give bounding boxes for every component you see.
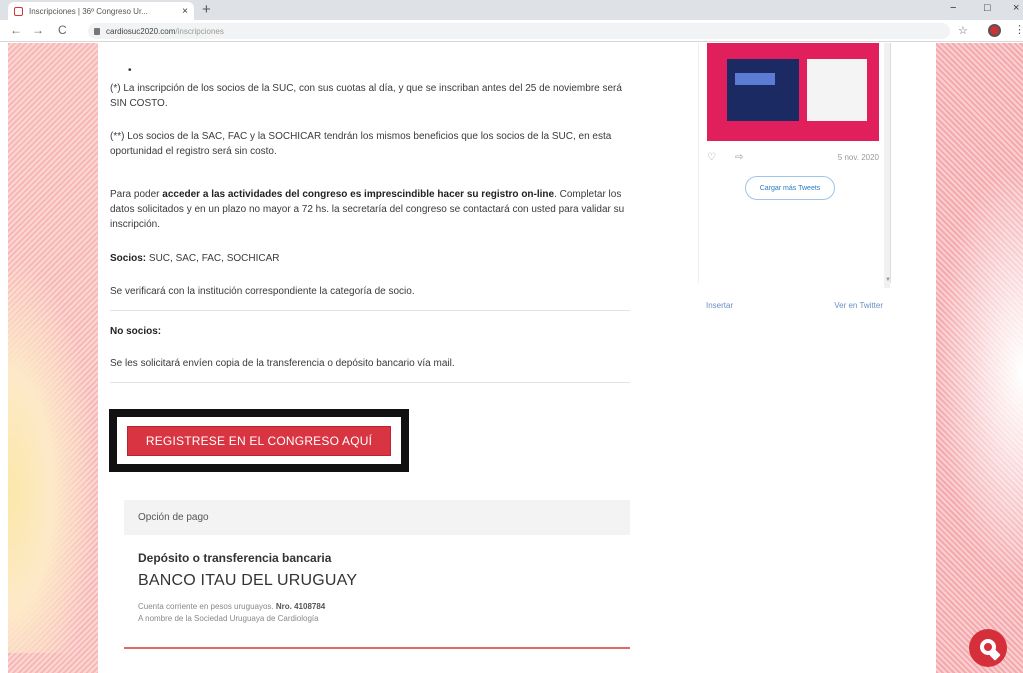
load-more-tweets-button[interactable]: Cargar más Tweets: [745, 176, 835, 200]
back-icon[interactable]: ←: [10, 23, 22, 37]
chat-bubble-tail: [989, 649, 1001, 661]
forward-icon[interactable]: →: [32, 23, 44, 37]
paragraph-no-socios: Se les solicitará envíen copia de la tra…: [110, 358, 455, 369]
paragraph-socios: Socios: SUC, SAC, FAC, SOCHICAR: [110, 251, 625, 266]
url-path: /inscripciones: [175, 26, 224, 36]
tweet-image[interactable]: [707, 43, 879, 141]
paragraph-verification: Se verificará con la institución corresp…: [110, 286, 415, 297]
tweet-image-left: [727, 59, 799, 121]
account-prefix: Cuenta corriente en pesos uruguayos.: [138, 602, 276, 611]
register-button[interactable]: REGISTRESE EN EL CONGRESO AQUÍ: [127, 426, 391, 456]
right-decoration: [936, 43, 1023, 673]
account-details: Cuenta corriente en pesos uruguayos. Nro…: [138, 601, 558, 625]
tweet-date[interactable]: 5 nov. 2020: [838, 153, 879, 162]
heart-icon[interactable]: ♡: [707, 152, 716, 163]
no-socios-heading: No socios:: [110, 326, 162, 337]
suc-members-text: (*) La inscripción de los socios de la S…: [110, 83, 622, 109]
favicon-icon: [14, 6, 23, 16]
socios-label: Socios:: [110, 253, 147, 264]
registration-info-bold: acceder a las actividades del congreso e…: [162, 189, 555, 200]
payment-divider: [124, 647, 630, 649]
minimize-button[interactable]: −: [950, 2, 956, 14]
window-close-button[interactable]: ×: [1013, 2, 1019, 14]
address-bar[interactable]: cardiosuc2020.com/inscripciones: [88, 23, 950, 39]
no-socios-label: No socios:: [110, 324, 625, 339]
url-host: cardiosuc2020.com: [106, 26, 176, 36]
tweet-image-banner: [735, 73, 775, 85]
new-tab-button[interactable]: +: [202, 1, 211, 18]
tweet-image-right: [807, 59, 867, 121]
browser-titlebar: Inscripciones | 36º Congreso Ur... × + −…: [0, 0, 1023, 20]
share-icon[interactable]: ⇨: [735, 152, 743, 163]
lock-icon: [94, 27, 100, 35]
left-decoration: [8, 43, 98, 673]
paragraph-suc-members: (*) La inscripción de los socios de la S…: [110, 81, 625, 111]
maximize-button[interactable]: □: [984, 2, 991, 14]
tab-title: Inscripciones | 36º Congreso Ur...: [29, 6, 148, 16]
chat-bubble-icon[interactable]: [969, 629, 1007, 667]
register-highlight-frame: REGISTRESE EN EL CONGRESO AQUÍ: [109, 409, 409, 472]
page-viewport: • (*) La inscripción de los socios de la…: [0, 43, 1023, 673]
browser-toolbar: ← → C cardiosuc2020.com/inscripciones ☆ …: [0, 20, 1023, 42]
twitter-timeline[interactable]: ♡ ⇨ 5 nov. 2020 Cargar más Tweets: [698, 43, 891, 283]
divider: [110, 382, 630, 383]
scroll-down-arrow-icon[interactable]: ▼: [885, 277, 891, 283]
paragraph-registration-info: Para poder acceder a las actividades del…: [110, 187, 625, 232]
socios-value: SUC, SAC, FAC, SOCHICAR: [146, 253, 280, 264]
payment-method: Depósito o transferencia bancaria: [138, 551, 332, 565]
tab-close-icon[interactable]: ×: [182, 6, 188, 17]
browser-tab[interactable]: Inscripciones | 36º Congreso Ur... ×: [8, 2, 194, 20]
account-holder: A nombre de la Sociedad Uruguaya de Card…: [138, 614, 319, 623]
reload-icon[interactable]: C: [58, 23, 67, 37]
embed-link[interactable]: Insertar: [706, 301, 733, 310]
browser-menu-icon[interactable]: ⋮: [1014, 23, 1023, 36]
twitter-scrollbar[interactable]: ▼: [884, 43, 891, 288]
bookmark-star-icon[interactable]: ☆: [958, 24, 968, 37]
divider: [110, 310, 630, 311]
view-on-twitter-link[interactable]: Ver en Twitter: [834, 301, 883, 310]
bank-name: BANCO ITAU DEL URUGUAY: [138, 572, 358, 589]
profile-avatar[interactable]: [988, 24, 1001, 37]
payment-option-header: Opción de pago: [124, 500, 630, 535]
registration-info-a: Para poder: [110, 189, 163, 200]
bullet: •: [128, 65, 132, 76]
paragraph-other-societies: (**) Los socios de la SAC, FAC y la SOCH…: [110, 131, 612, 157]
account-number: Nro. 4108784: [275, 602, 326, 611]
